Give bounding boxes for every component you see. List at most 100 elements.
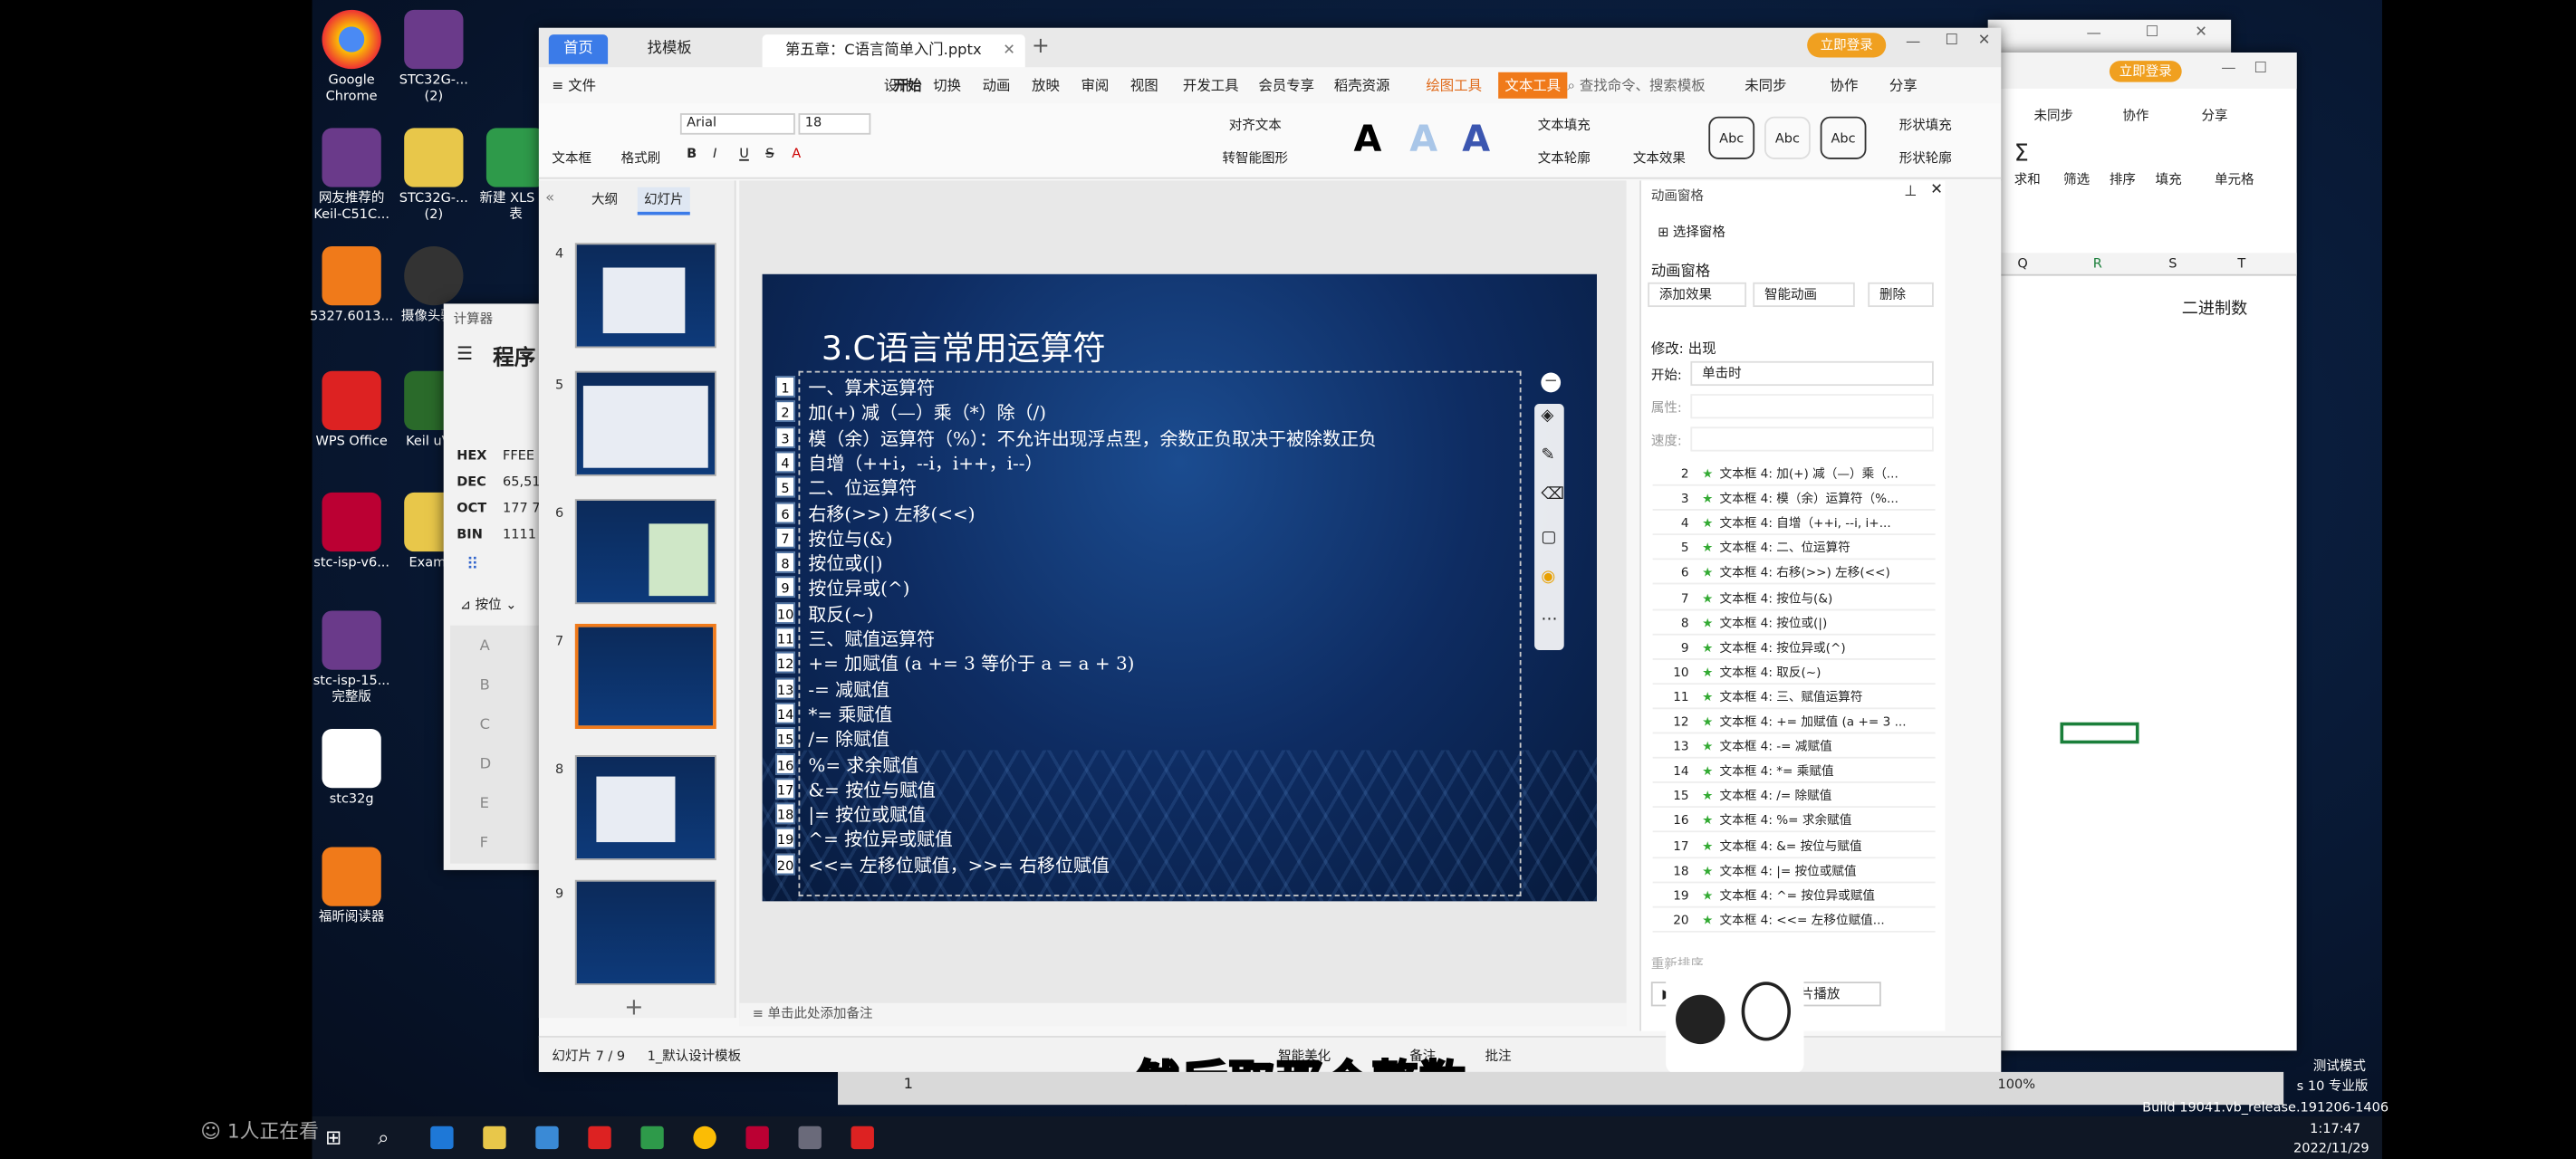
slide-line[interactable]: 一、算术运算符 — [808, 374, 935, 400]
desktop-icon-pdf[interactable]: 5327.6013... — [309, 245, 394, 325]
new-tab-icon[interactable]: + — [1032, 34, 1050, 59]
comment-button[interactable]: 批注 — [1485, 1048, 1512, 1066]
text-effect-button[interactable]: 文本效果 — [1633, 149, 1686, 168]
tab-outline[interactable]: 大纲 — [591, 190, 618, 208]
close-icon[interactable]: ✕ — [1978, 33, 1991, 49]
start-select[interactable]: 单击时 — [1690, 360, 1934, 387]
smartart-button[interactable]: 转智能图形 — [1222, 149, 1288, 168]
excel-login-button[interactable]: 立即登录 — [2109, 61, 2182, 82]
animation-item[interactable]: 16 ★ 文本框 4: %= 求余赋值 — [1652, 810, 1936, 833]
store-taskbar-icon[interactable] — [535, 1125, 559, 1150]
excel-selected-cell[interactable] — [2060, 722, 2139, 744]
slide-line[interactable]: &= 按位与赋值 — [808, 776, 936, 802]
menu-animation[interactable]: 动画 — [983, 75, 1011, 95]
explorer-taskbar-icon[interactable] — [483, 1125, 506, 1150]
excel-tool-fill[interactable]: 填充 — [2156, 171, 2182, 189]
calc-key-f[interactable]: F — [480, 836, 488, 852]
maximize-icon[interactable]: ☐ — [2254, 61, 2268, 77]
animation-item[interactable]: 18 ★ 文本框 4: |= 按位或赋值 — [1652, 859, 1936, 883]
calc-hex-label[interactable]: HEX — [457, 448, 486, 463]
animation-item[interactable]: 6 ★ 文本框 4: 右移(>>) 左移(<<) — [1652, 562, 1936, 586]
calculator-taskbar-icon[interactable] — [798, 1125, 822, 1150]
slide-line[interactable]: 取反(~) — [808, 600, 873, 627]
desktop-icon-stc32g-doc[interactable]: stc32g — [309, 728, 394, 808]
eraser-icon[interactable]: ⌫ — [1541, 486, 1564, 504]
slide-line[interactable]: 右移(>>) 左移(<<) — [808, 500, 975, 526]
menu-transition[interactable]: 切换 — [933, 75, 961, 95]
bitwise-dropdown[interactable]: ⊿ 按位 ⌄ — [460, 596, 517, 614]
menu-file[interactable]: ≡ 文件 — [552, 75, 596, 95]
pen-icon[interactable]: ✎ — [1541, 446, 1554, 465]
format-painter-button[interactable]: 格式刷 — [621, 149, 661, 168]
attr-select[interactable] — [1690, 394, 1934, 419]
desktop-icon-stc-isp[interactable]: stc-isp-v6... — [309, 492, 394, 571]
slide-line[interactable]: -= 减赋值 — [808, 675, 889, 702]
shape-style-1[interactable]: Abc — [1708, 116, 1755, 159]
more-icon[interactable]: ⋯ — [1541, 610, 1557, 628]
calc-bin-label[interactable]: BIN — [457, 527, 483, 541]
slide-line[interactable]: += 加赋值 (a += 3 等价于 a = a + 3) — [808, 650, 1134, 676]
calc-dec-label[interactable]: DEC — [457, 474, 486, 489]
animation-item[interactable]: 13 ★ 文本框 4: -= 减赋值 — [1652, 735, 1936, 759]
shape-outline-button[interactable]: 形状轮廓 — [1899, 149, 1952, 168]
smart-animation-button[interactable]: 智能动画 — [1753, 282, 1855, 308]
wps-taskbar-icon[interactable] — [588, 1125, 611, 1150]
layers-icon[interactable]: ◈ — [1541, 407, 1553, 426]
slide-thumb-7[interactable] — [574, 623, 716, 729]
italic-icon[interactable]: I — [713, 146, 716, 160]
sum-icon[interactable]: Σ — [2014, 141, 2029, 168]
slide-thumb-9[interactable] — [574, 879, 716, 985]
maximize-icon[interactable]: ☐ — [1946, 33, 1959, 49]
excel-tool-sort[interactable]: 排序 — [2110, 171, 2136, 189]
slide-thumb-8[interactable] — [574, 754, 716, 861]
desktop-icon-chrome[interactable]: Google Chrome — [309, 9, 394, 105]
shape-icon[interactable]: ▢ — [1541, 529, 1556, 547]
desktop-icon-wps[interactable]: WPS Office — [309, 370, 394, 450]
col-r[interactable]: R — [2093, 256, 2102, 271]
unsynced-button[interactable]: 未同步 — [1745, 75, 1786, 95]
font-color-icon[interactable]: A — [792, 146, 801, 160]
animation-item[interactable]: 15 ★ 文本框 4: /= 除赋值 — [1652, 785, 1936, 809]
search-command[interactable]: ⌕ 查找命令、搜索模板 — [1567, 75, 1705, 95]
slide-line[interactable]: 三、赋值运算符 — [808, 626, 935, 652]
slide-line[interactable]: 自增（++i，--i，i++，i--） — [808, 450, 1043, 476]
excel-unsynced[interactable]: 未同步 — [2033, 107, 2073, 125]
select-pane-button[interactable]: ⊞ 选择窗格 — [1658, 224, 1725, 242]
text-style-black[interactable]: A — [1354, 120, 1382, 160]
underline-icon[interactable]: U — [739, 146, 749, 160]
slide-line[interactable]: ^= 按位异或赋值 — [808, 827, 952, 853]
start-icon[interactable]: ⊞ — [325, 1126, 341, 1149]
add-effect-button[interactable]: 添加效果 — [1648, 282, 1747, 308]
chrome-taskbar-icon[interactable] — [693, 1125, 716, 1150]
slide-line[interactable]: 按位异或(^) — [808, 575, 909, 601]
animation-item[interactable]: 8 ★ 文本框 4: 按位或(|) — [1652, 612, 1936, 635]
calc-key-d[interactable]: D — [480, 757, 492, 773]
share-button[interactable]: 分享 — [1889, 75, 1918, 95]
menu-daoke[interactable]: 稻壳资源 — [1334, 75, 1390, 95]
tab-templates[interactable]: 找模板 — [624, 34, 755, 64]
slide-thumb-6[interactable] — [574, 499, 716, 605]
slide-line[interactable]: 按位或(|) — [808, 551, 882, 577]
slide-title[interactable]: 3.C语言常用运算符 — [822, 321, 1106, 369]
minimize-icon[interactable]: — — [2087, 26, 2101, 43]
animation-item[interactable]: 19 ★ 文本框 4: ^= 按位异或赋值 — [1652, 885, 1936, 908]
menu-drawing-tools[interactable]: 绘图工具 — [1426, 75, 1482, 95]
speed-select[interactable] — [1690, 426, 1934, 452]
slide-line[interactable]: 模（余）运算符（%）：不允许出现浮点型，余数正负取决于被除数正负 — [808, 425, 1376, 451]
collab-button[interactable]: 协作 — [1831, 75, 1859, 95]
menu-view[interactable]: 视图 — [1130, 75, 1158, 95]
animation-item[interactable]: 10 ★ 文本框 4: 取反(~) — [1652, 661, 1936, 685]
text-fill-button[interactable]: 文本填充 — [1538, 117, 1591, 135]
text-outline-button[interactable]: 文本轮廓 — [1538, 149, 1591, 168]
excel-tool-sum[interactable]: 求和 — [2014, 171, 2041, 189]
collapse-icon[interactable]: « — [545, 190, 554, 206]
slide-line[interactable]: <<= 左移位赋值，>>= 右移位赋值 — [808, 851, 1109, 877]
menu-review[interactable]: 审阅 — [1081, 75, 1109, 95]
excel-tool-filter[interactable]: 筛选 — [2063, 171, 2090, 189]
slide-line[interactable]: 加(+) 减（—）乘（*）除（/) — [808, 399, 1046, 426]
minimize-icon[interactable]: — — [2221, 61, 2235, 77]
excel-title-cell[interactable]: 二进制数 — [2182, 294, 2248, 319]
slide-thumb-5[interactable] — [574, 370, 716, 476]
bold-icon[interactable]: B — [687, 146, 697, 160]
search-icon[interactable]: ⌕ — [378, 1126, 389, 1151]
